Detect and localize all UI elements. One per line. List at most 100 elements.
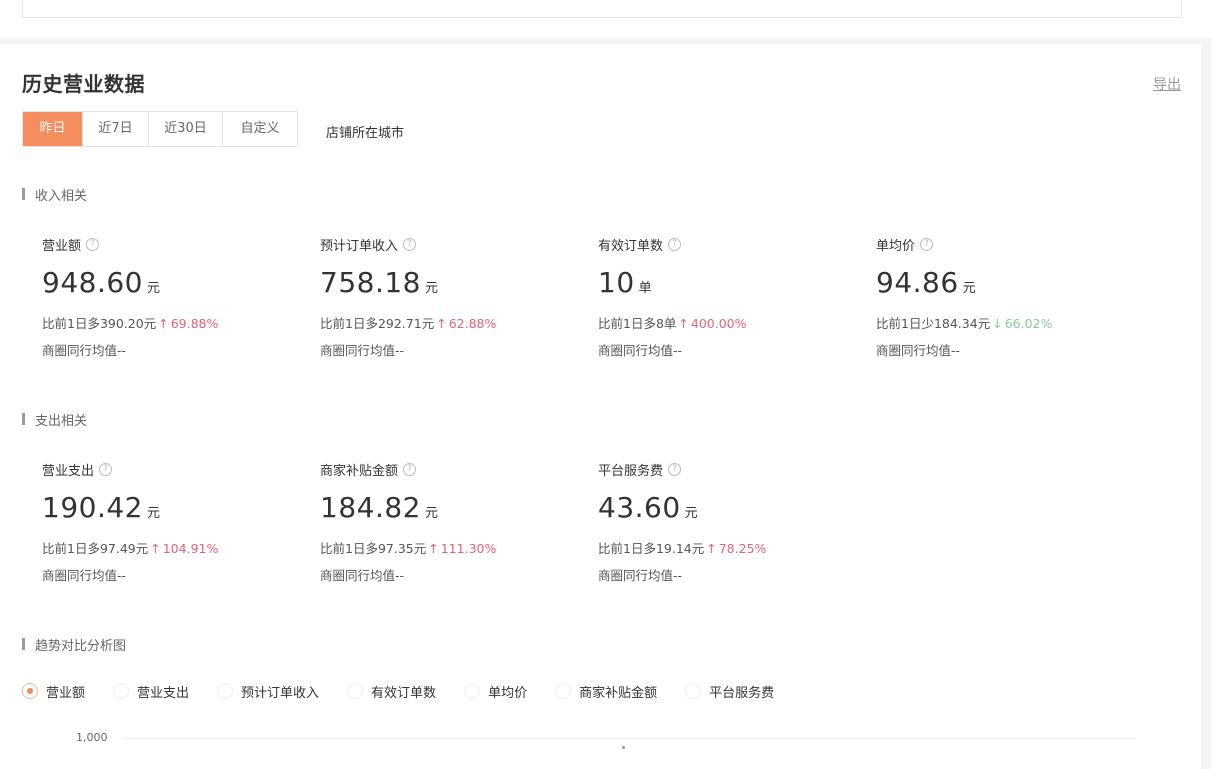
history-data-card: 历史营业数据 导出 昨日 近7日 近30日 自定义 店铺所在城市 收入相关 营业… [0, 44, 1201, 769]
metric-title: 有效订单数 ? [598, 235, 858, 254]
radio-unchecked-icon[interactable] [347, 683, 364, 699]
radio-label: 营业额 [46, 685, 86, 701]
radio-checked-icon[interactable] [22, 683, 38, 699]
radio-label: 预计订单收入 [241, 685, 320, 701]
compare-text: 比前1日多97.49元 [42, 541, 149, 556]
metric-compare: 比前1日多390.20元 ↑ 69.88% [42, 313, 302, 332]
date-range-tabs: 昨日 近7日 近30日 自定义 [22, 111, 298, 147]
radio-expected-order-income[interactable]: 预计订单收入 [217, 682, 319, 701]
arrow-up-icon: ↑ [678, 316, 689, 331]
metric-unit: 元 [962, 281, 976, 296]
radio-unchecked-icon[interactable] [113, 683, 130, 699]
metric-operating-expense: 营业支出 ? 190.42 元 比前1日多97.49元 ↑ 104.91% 商圈同行… [42, 460, 302, 584]
question-icon[interactable]: ? [86, 238, 100, 251]
arrow-up-icon: ↑ [436, 316, 447, 331]
metric-compare: 比前1日多97.49元 ↑ 104.91% [42, 538, 302, 557]
metric-peer-average: 商圈同行均值-- [42, 568, 127, 583]
arrow-up-icon: ↑ [428, 541, 439, 556]
radio-merchant-subsidy[interactable]: 商家补贴金额 [555, 682, 657, 701]
tab-last-30-days[interactable]: 近30日 [149, 112, 223, 146]
tab-yesterday[interactable]: 昨日 [23, 112, 83, 146]
metric-label: 商家补贴金额 [320, 464, 399, 479]
metric-unit: 单 [638, 281, 652, 296]
metric-title: 营业额 ? [42, 235, 302, 254]
question-icon[interactable]: ? [668, 463, 682, 476]
store-city-filter[interactable]: 店铺所在城市 [326, 122, 406, 141]
question-icon[interactable]: ? [403, 238, 417, 251]
radio-label: 商家补贴金额 [579, 685, 658, 701]
metric-value: 758.18 元 [320, 266, 580, 299]
question-icon[interactable]: ? [403, 463, 417, 476]
radio-average-order-price[interactable]: 单均价 [464, 682, 527, 701]
metric-revenue: 营业额 ? 948.60 元 比前1日多390.20元 ↑ 69.88% 商圈同行均… [42, 235, 302, 359]
metric-number: 10 [598, 266, 635, 299]
previous-card [0, 0, 1211, 38]
question-icon[interactable]: ? [99, 463, 113, 476]
radio-label: 平台服务费 [709, 685, 775, 701]
metric-label: 营业额 [42, 239, 82, 254]
chart-y-tick: 1,000 [76, 731, 108, 744]
radio-unchecked-icon[interactable] [685, 683, 702, 699]
metric-unit: 元 [146, 281, 160, 296]
compare-text: 比前1日多19.14元 [598, 541, 705, 556]
metric-peer-average: 商圈同行均值-- [42, 343, 127, 358]
section-marker [22, 188, 25, 200]
metric-number: 758.18 [320, 266, 421, 299]
compare-text: 比前1日多292.71元 [320, 316, 435, 331]
compare-percent: 69.88% [170, 316, 219, 331]
metric-compare: 比前1日多19.14元 ↑ 78.25% [598, 538, 858, 557]
metric-label: 营业支出 [42, 464, 95, 479]
metric-peer-average: 商圈同行均值-- [320, 343, 405, 358]
metric-compare: 比前1日多97.35元 ↑ 111.30% [320, 538, 580, 557]
metric-value: 948.60 元 [42, 266, 302, 299]
metric-label: 预计订单收入 [320, 239, 399, 254]
radio-valid-orders[interactable]: 有效订单数 [347, 682, 436, 701]
compare-text: 比前1日多97.35元 [320, 541, 427, 556]
compare-percent: 62.88% [448, 316, 497, 331]
compare-text: 比前1日少184.34元 [876, 316, 991, 331]
radio-unchecked-icon[interactable] [464, 683, 481, 699]
metric-value: 43.60 元 [598, 491, 858, 524]
metric-title: 单均价 ? [876, 235, 1136, 254]
radio-label: 单均价 [488, 685, 528, 701]
radio-unchecked-icon[interactable] [555, 683, 572, 699]
metric-title: 预计订单收入 ? [320, 235, 580, 254]
metric-unit: 元 [146, 506, 160, 521]
metric-number: 948.60 [42, 266, 143, 299]
arrow-up-icon: ↑ [706, 541, 717, 556]
radio-revenue[interactable]: 营业额 [22, 682, 85, 701]
radio-platform-service-fee[interactable]: 平台服务费 [685, 682, 774, 701]
radio-unchecked-icon[interactable] [217, 683, 234, 699]
metric-label: 单均价 [876, 239, 916, 254]
metric-value: 94.86 元 [876, 266, 1136, 299]
chart-grid-line [124, 738, 1136, 739]
compare-percent: 104.91% [162, 541, 219, 556]
metric-compare: 比前1日多292.71元 ↑ 62.88% [320, 313, 580, 332]
metric-peer-average: 商圈同行均值-- [598, 568, 683, 583]
tab-custom[interactable]: 自定义 [223, 112, 297, 146]
metric-unit: 元 [424, 281, 438, 296]
tab-last-7-days[interactable]: 近7日 [83, 112, 149, 146]
metric-title: 平台服务费 ? [598, 460, 858, 479]
question-icon[interactable]: ? [920, 238, 934, 251]
metric-number: 184.82 [320, 491, 421, 524]
metric-expected-order-income: 预计订单收入 ? 758.18 元 比前1日多292.71元 ↑ 62.88% 商圈… [320, 235, 580, 359]
income-section-title: 收入相关 [35, 188, 88, 204]
chart-data-point [622, 746, 625, 749]
compare-text: 比前1日多8单 [598, 316, 677, 331]
metric-unit: 元 [684, 506, 698, 521]
compare-text: 比前1日多390.20元 [42, 316, 157, 331]
question-icon[interactable]: ? [668, 238, 682, 251]
trend-section-header: 趋势对比分析图 [22, 636, 126, 654]
metric-number: 94.86 [876, 266, 959, 299]
radio-label: 营业支出 [137, 685, 190, 701]
arrow-up-icon: ↑ [150, 541, 161, 556]
metric-peer-average: 商圈同行均值-- [320, 568, 405, 583]
metric-merchant-subsidy: 商家补贴金额 ? 184.82 元 比前1日多97.35元 ↑ 111.30% 商圈… [320, 460, 580, 584]
expense-section-header: 支出相关 [22, 411, 87, 429]
metric-title: 商家补贴金额 ? [320, 460, 580, 479]
compare-percent: 400.00% [690, 316, 747, 331]
metric-value: 184.82 元 [320, 491, 580, 524]
export-link[interactable]: 导出 [1153, 74, 1181, 94]
radio-operating-expense[interactable]: 营业支出 [113, 682, 189, 701]
